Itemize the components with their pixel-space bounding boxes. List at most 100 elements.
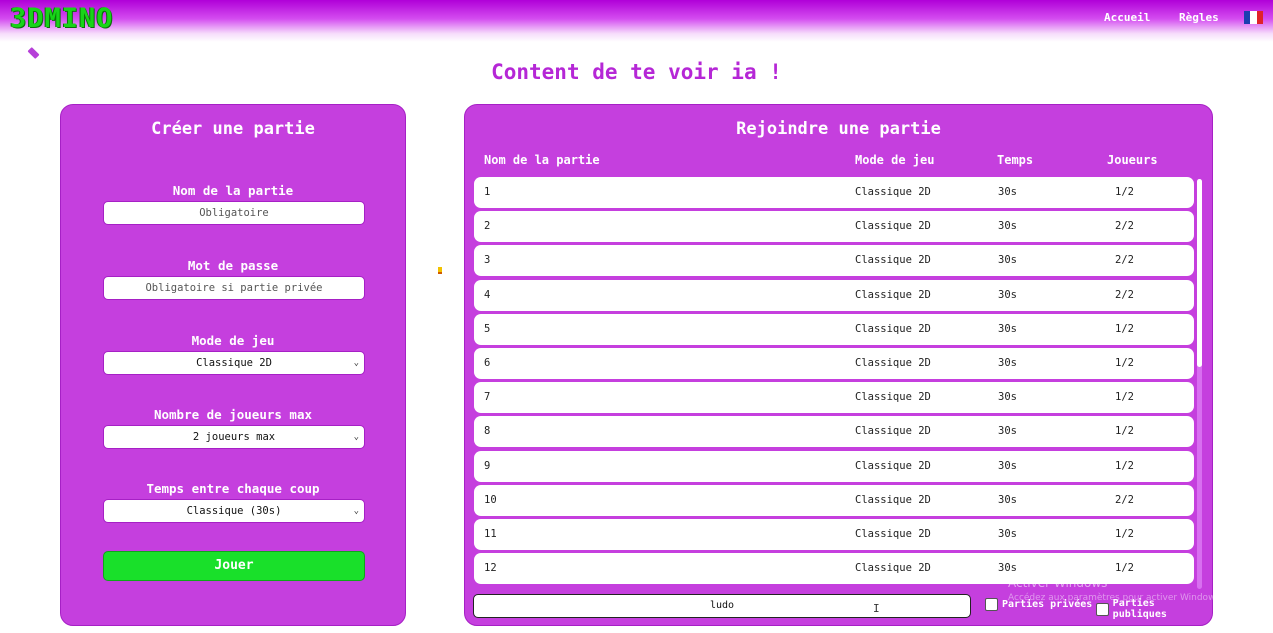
move-time-label: Temps entre chaque coup <box>146 481 320 496</box>
game-row[interactable]: 3 Classique 2D 30s 2/2 <box>474 245 1194 277</box>
game-row-players: 1/2 <box>1115 322 1134 335</box>
game-row-time: 30s <box>998 528 1017 540</box>
column-header-mode: Mode de jeu <box>855 153 935 167</box>
top-bar: 3DMINO Accueil Règles <box>0 0 1273 42</box>
game-row-mode: Classique 2D <box>855 254 931 267</box>
game-row-time: 30s <box>998 357 1017 369</box>
game-row-name: 3 <box>484 254 491 267</box>
game-row-players: 1/2 <box>1115 391 1134 404</box>
column-header-players: Joueurs <box>1107 153 1158 167</box>
scrollbar-thumb[interactable] <box>1197 179 1202 367</box>
game-row-time: 30s <box>998 493 1017 506</box>
game-row-time: 30s <box>998 562 1017 575</box>
game-row-players: 1/2 <box>1115 562 1134 575</box>
game-row-name: 11 <box>484 528 497 540</box>
create-game-title: Créer une partie <box>151 119 315 139</box>
max-players-label: Nombre de joueurs max <box>153 407 313 422</box>
game-row-mode: Classique 2D <box>855 391 931 404</box>
game-row-time: 30s <box>998 288 1017 301</box>
game-row-name: 12 <box>484 562 497 575</box>
nav-rules-link[interactable]: Règles <box>1179 11 1219 24</box>
move-time-select[interactable]: Classique (30s) ⌄ <box>103 499 365 523</box>
game-row[interactable]: 2 Classique 2D 30s 2/2 <box>474 211 1194 243</box>
game-row-mode: Classique 2D <box>855 357 931 369</box>
game-row-players: 1/2 <box>1115 459 1134 472</box>
game-row-players: 1/2 <box>1115 186 1134 198</box>
game-row[interactable]: 4 Classique 2D 30s 2/2 <box>474 279 1194 311</box>
game-mode-value: Classique 2D <box>196 357 272 369</box>
game-row[interactable]: 10 Classique 2D 30s 2/2 <box>474 484 1194 516</box>
game-row-mode: Classique 2D <box>855 493 931 506</box>
game-row[interactable]: 8 Classique 2D 30s 1/2 <box>474 416 1194 448</box>
game-row-players: 2/2 <box>1115 254 1134 267</box>
game-row[interactable]: 9 Classique 2D 30s 1/2 <box>474 450 1194 482</box>
nav-home-link[interactable]: Accueil <box>1104 11 1150 24</box>
game-row-time: 30s <box>998 322 1017 335</box>
game-row-name: 8 <box>484 425 491 438</box>
windows-activation-subtext: Accédez aux paramètres pour activer Wind… <box>1008 593 1223 603</box>
game-row-mode: Classique 2D <box>855 528 931 540</box>
chevron-down-icon: ⌄ <box>353 358 359 368</box>
france-flag-icon[interactable] <box>1244 11 1263 24</box>
game-row-players: 2/2 <box>1115 220 1134 233</box>
public-games-checkbox[interactable] <box>1096 602 1109 616</box>
game-row-name: 5 <box>484 322 491 335</box>
max-players-value: 2 joueurs max <box>192 431 276 443</box>
game-row-players: 2/2 <box>1115 493 1134 506</box>
join-game-panel: Rejoindre une partie Nom de la partie Mo… <box>464 104 1213 626</box>
join-game-title: Rejoindre une partie <box>736 119 941 139</box>
game-row-time: 30s <box>998 186 1017 198</box>
game-name-label: Nom de la partie <box>172 183 294 198</box>
private-games-checkbox[interactable] <box>985 598 998 611</box>
game-row-players: 2/2 <box>1115 288 1134 301</box>
game-row[interactable]: 1 Classique 2D 30s 1/2 <box>474 177 1194 208</box>
password-input[interactable]: Obligatoire si partie privée <box>103 276 365 300</box>
chevron-down-icon: ⌄ <box>353 432 359 442</box>
games-list[interactable]: 1 Classique 2D 30s 1/2 2 Classique 2D 30s 2/2 3 C… <box>474 177 1194 587</box>
game-row-name: 9 <box>484 459 491 472</box>
welcome-message: Content de te voir ia ! <box>491 60 782 84</box>
password-label: Mot de passe <box>187 258 279 273</box>
game-row-time: 30s <box>998 425 1017 438</box>
game-row-mode: Classique 2D <box>855 459 931 472</box>
game-row-name: 2 <box>484 220 491 233</box>
move-time-value: Classique (30s) <box>186 505 282 517</box>
game-mode-select[interactable]: Classique 2D ⌄ <box>103 351 365 375</box>
create-game-panel: Créer une partie Nom de la partie Obliga… <box>60 104 406 626</box>
game-search-input[interactable]: ludo <box>473 594 971 618</box>
game-row-time: 30s <box>998 391 1017 404</box>
game-row-mode: Classique 2D <box>855 322 931 335</box>
play-button[interactable]: Jouer <box>103 551 365 581</box>
game-row-mode: Classique 2D <box>855 288 931 301</box>
chevron-down-icon: ⌄ <box>353 506 359 516</box>
game-row[interactable]: 6 Classique 2D 30s 1/2 <box>474 348 1194 379</box>
game-row[interactable]: 5 Classique 2D 30s 1/2 <box>474 313 1194 345</box>
game-row[interactable]: 11 Classique 2D 30s 1/2 <box>474 519 1194 550</box>
game-row-name: 7 <box>484 391 491 404</box>
game-row-name: 1 <box>484 186 491 198</box>
game-row-time: 30s <box>998 220 1017 233</box>
game-row-mode: Classique 2D <box>855 186 931 198</box>
max-players-select[interactable]: 2 joueurs max ⌄ <box>103 425 365 449</box>
game-mode-label: Mode de jeu <box>191 333 275 348</box>
game-row-name: 6 <box>484 357 491 369</box>
game-row-time: 30s <box>998 459 1017 472</box>
domino-decoration-icon <box>438 267 442 274</box>
game-row-name: 4 <box>484 288 491 301</box>
game-row[interactable]: 7 Classique 2D 30s 1/2 <box>474 382 1194 414</box>
game-row-name: 10 <box>484 493 497 506</box>
windows-activation-watermark: Activer Windows <box>1008 576 1108 590</box>
text-cursor-icon: I <box>873 602 880 615</box>
game-row-players: 1/2 <box>1115 357 1134 369</box>
logo[interactable]: 3DMINO <box>10 3 114 34</box>
column-header-name: Nom de la partie <box>484 153 600 167</box>
game-row-mode: Classique 2D <box>855 562 931 575</box>
game-row-players: 1/2 <box>1115 528 1134 540</box>
games-list-scrollbar[interactable] <box>1197 179 1202 589</box>
game-row-time: 30s <box>998 254 1017 267</box>
game-row-players: 1/2 <box>1115 425 1134 438</box>
game-row-mode: Classique 2D <box>855 425 931 438</box>
column-header-time: Temps <box>997 153 1034 167</box>
game-name-input[interactable]: Obligatoire <box>103 201 365 225</box>
domino-decoration-icon <box>27 46 40 60</box>
